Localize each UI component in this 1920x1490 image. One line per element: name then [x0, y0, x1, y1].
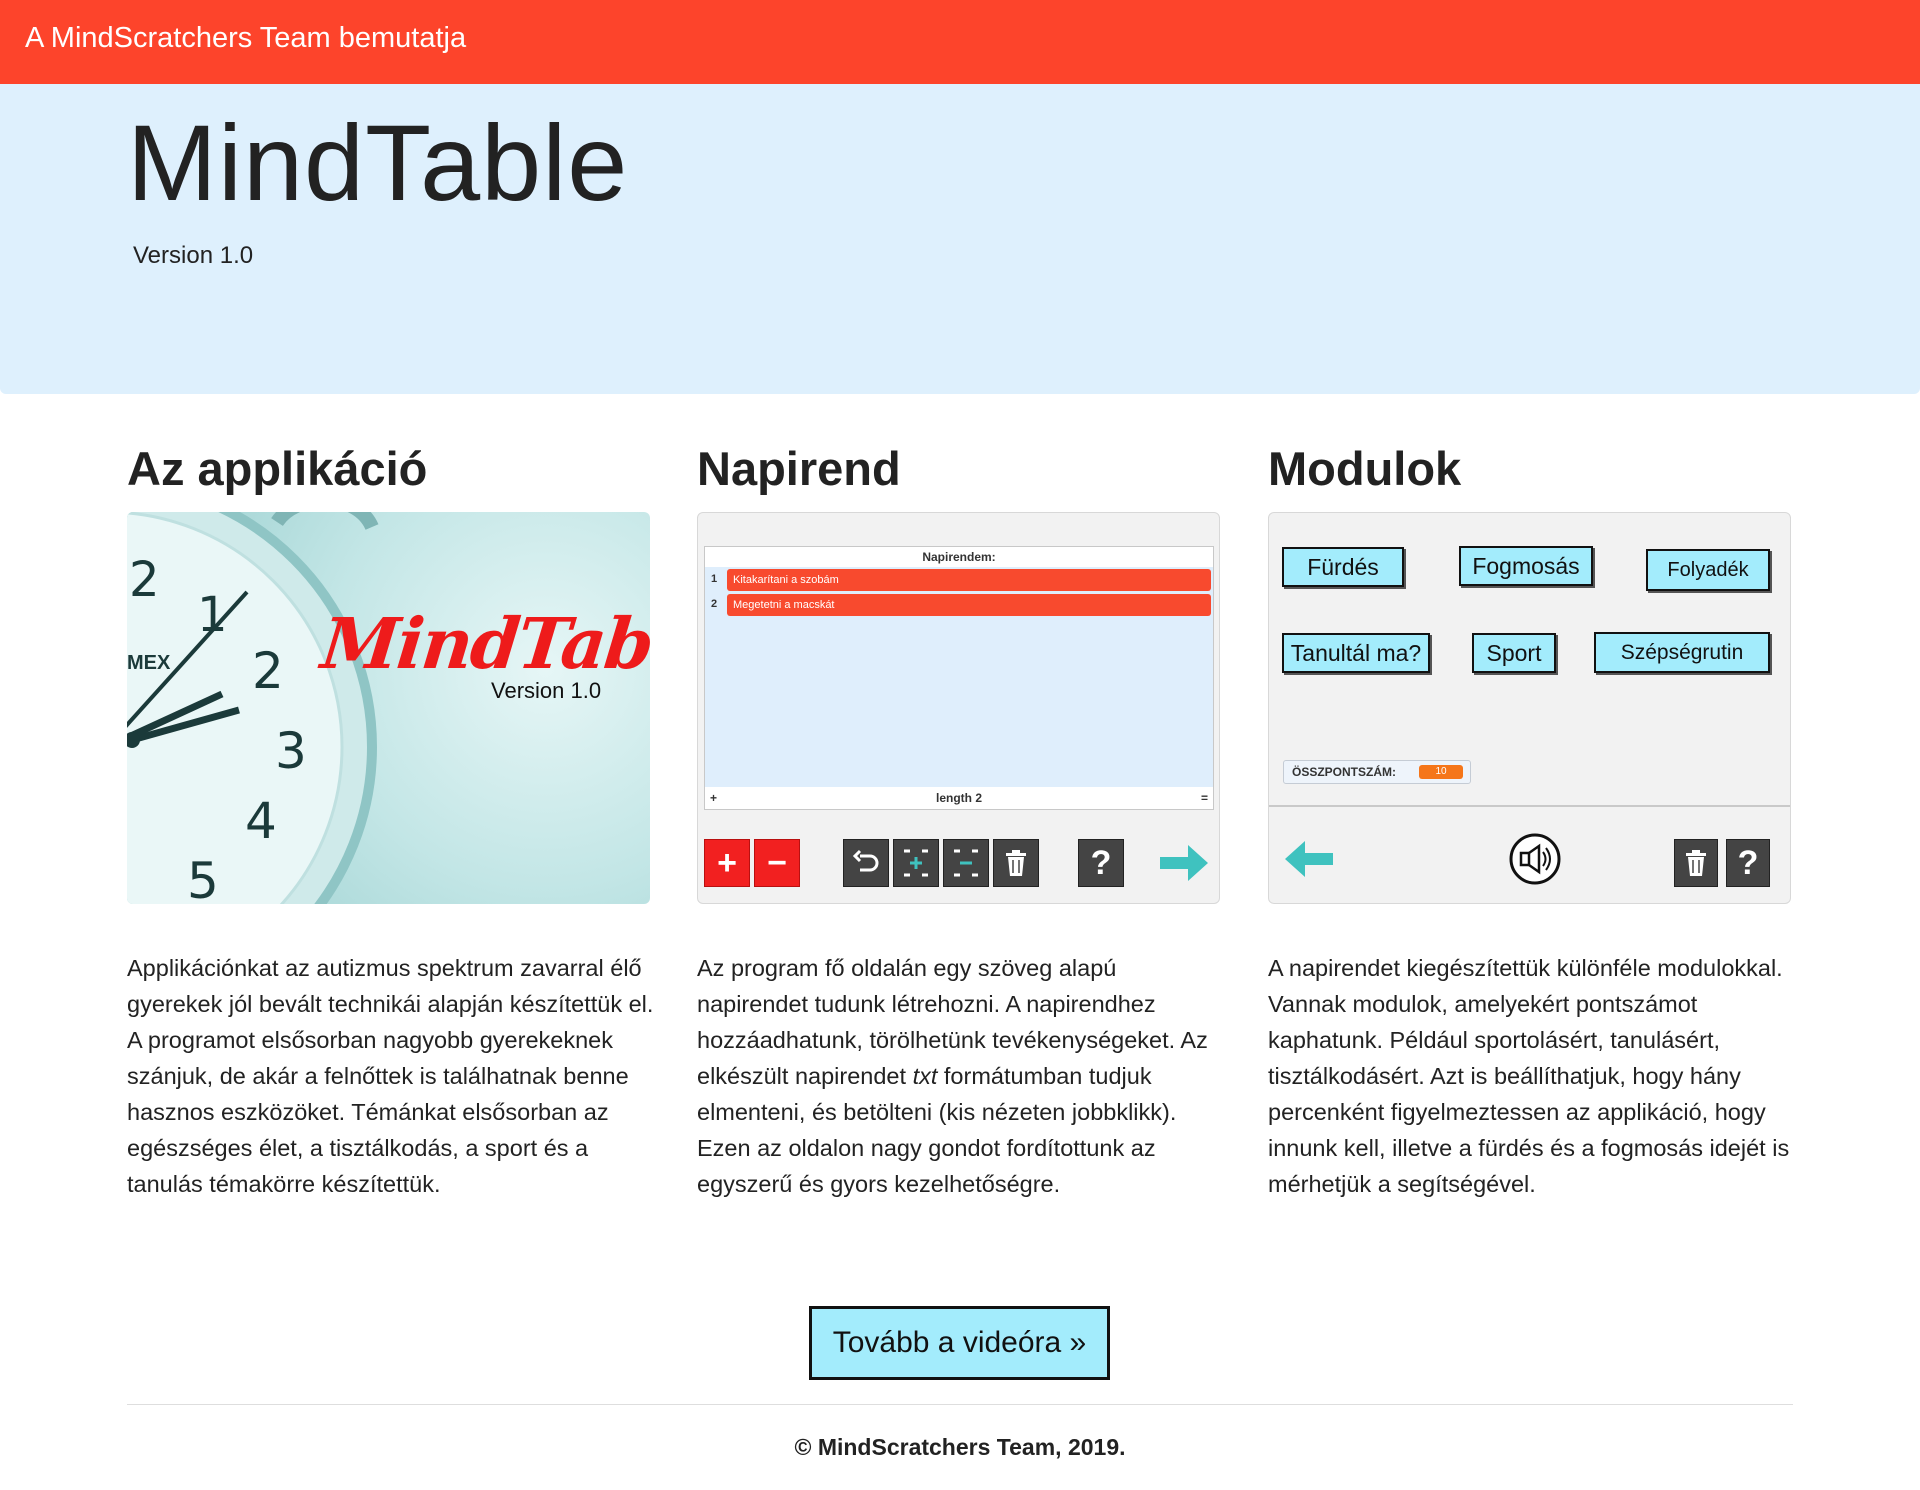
total-score-label: ÖSSZPONTSZÁM: [1292, 765, 1396, 779]
add-item-button[interactable]: + [704, 839, 750, 887]
alarm-clock-icon [127, 512, 379, 904]
column-app: Az applikáció 1 2 3 4 5 2 MEX MindTable … [127, 440, 653, 1197]
speaker-icon [1509, 833, 1561, 885]
dial-number: 5 [187, 852, 219, 904]
list-item[interactable]: 2 Megetetni a macskát [705, 592, 1213, 617]
column-heading: Napirend [697, 442, 901, 495]
watch-video-button[interactable]: Tovább a videóra » [809, 1306, 1110, 1380]
schedule-list: Napirendem: 1 Kitakarítani a szobám 2 Me… [704, 546, 1214, 810]
list-length-label: length 2 [935, 791, 982, 805]
module-button-fogmosas[interactable]: Fogmosás [1459, 546, 1593, 586]
undo-icon [852, 849, 879, 872]
list-item-label[interactable]: Kitakarítani a szobám [727, 569, 1211, 591]
delete-button[interactable] [993, 839, 1039, 887]
list-add-icon [904, 849, 928, 877]
remove-line-button[interactable] [943, 839, 989, 887]
list-footer-equals: = [1200, 791, 1208, 805]
modules-divider [1269, 805, 1790, 807]
column-text: Az program fő oldalán egy szöveg alapú n… [697, 950, 1227, 1202]
list-footer-plus: + [710, 791, 718, 805]
schedule-screenshot-image: Napirendem: 1 Kitakarítani a szobám 2 Me… [697, 512, 1220, 904]
total-score-value: 10 [1419, 765, 1463, 779]
trash-icon [1686, 850, 1706, 876]
schedule-list-title: Napirendem: [705, 547, 1213, 567]
footer-divider [127, 1404, 1793, 1405]
next-button[interactable] [1158, 843, 1210, 888]
arrow-left-icon [1285, 841, 1333, 877]
app-screenshot-image: 1 2 3 4 5 2 MEX MindTable Version 1.0 [127, 512, 650, 904]
column-modules: Modulok Fürdés Fogmosás Folyadék Tanultá… [1268, 440, 1793, 1197]
hero-version: Version 1.0 [133, 242, 254, 269]
dial-number: 1 [197, 587, 228, 643]
arrow-right-icon [1160, 845, 1208, 881]
hero-title: MindTable [127, 102, 629, 223]
list-item-label[interactable]: Megetetni a macskát [727, 594, 1211, 616]
column-heading: Az applikáció [127, 442, 428, 495]
mindtable-logo: MindTable [317, 602, 650, 685]
dial-number: 2 [129, 552, 160, 608]
list-item[interactable]: 1 Kitakarítani a szobám [705, 567, 1213, 592]
module-button-folyadek[interactable]: Folyadék [1646, 549, 1770, 591]
module-button-tanultal[interactable]: Tanultál ma? [1282, 633, 1430, 673]
total-score-badge: ÖSSZPONTSZÁM: 10 [1283, 760, 1471, 784]
dial-number: 4 [245, 792, 277, 850]
sound-toggle-button[interactable] [1509, 833, 1561, 890]
footer-copyright: © MindScratchers Team, 2019. [794, 1434, 1126, 1460]
dial-brand-text: MEX [127, 652, 171, 674]
modules-screenshot-image: Fürdés Fogmosás Folyadék Tanultál ma? Sp… [1268, 512, 1791, 904]
trash-icon [1006, 850, 1026, 876]
delete-button[interactable] [1674, 839, 1718, 887]
list-item-number: 2 [711, 598, 718, 610]
undo-button[interactable] [843, 839, 889, 887]
column-text-format: txt [912, 1063, 938, 1089]
dial-number: 2 [252, 642, 284, 700]
image-version-label: Version 1.0 [491, 678, 602, 703]
schedule-list-footer: + length 2 = [705, 787, 1213, 809]
column-schedule: Napirend Napirendem: 1 Kitakarítani a sz… [697, 440, 1222, 1197]
list-item-number: 1 [711, 573, 718, 585]
column-text: A napirendet kiegészítettük különféle mo… [1268, 955, 1790, 1197]
module-button-sport[interactable]: Sport [1472, 633, 1556, 673]
back-button[interactable] [1283, 839, 1335, 884]
help-button[interactable]: ? [1726, 839, 1770, 887]
insert-item-button[interactable] [893, 839, 939, 887]
list-remove-icon [954, 849, 978, 877]
top-navbar: A MindScratchers Team bemutatja [0, 0, 1920, 84]
column-heading: Modulok [1268, 442, 1462, 495]
hero-jumbotron: MindTable Version 1.0 [0, 84, 1920, 394]
help-button[interactable]: ? [1078, 839, 1124, 887]
column-text: Applikációnkat az autizmus spektrum zava… [127, 955, 654, 1197]
module-button-szepsegrutin[interactable]: Szépségrutin [1594, 632, 1770, 673]
dial-number: 3 [275, 722, 307, 780]
module-button-furdes[interactable]: Fürdés [1282, 547, 1404, 587]
remove-item-button[interactable]: − [754, 839, 800, 887]
navbar-brand[interactable]: A MindScratchers Team bemutatja [25, 22, 466, 55]
